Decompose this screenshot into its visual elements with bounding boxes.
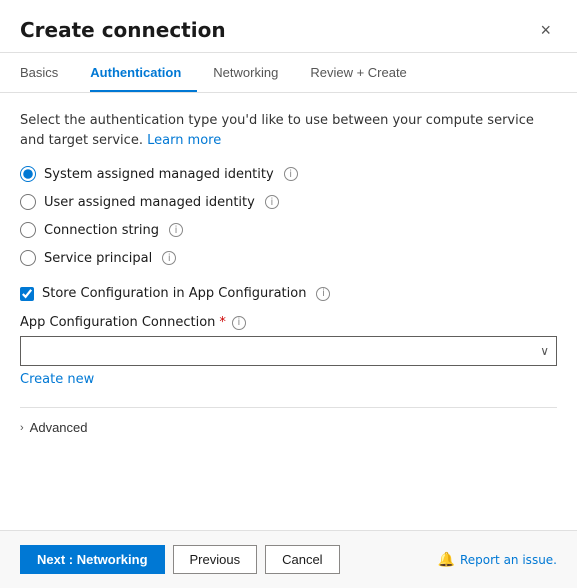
report-issue-link[interactable]: 🔔 Report an issue.	[438, 552, 557, 568]
cancel-button[interactable]: Cancel	[265, 545, 339, 574]
tab-basics[interactable]: Basics	[20, 53, 74, 92]
radio-item-connstr[interactable]: Connection string i	[20, 222, 557, 238]
advanced-section: › Advanced	[20, 407, 557, 435]
info-store-config-icon[interactable]: i	[316, 287, 330, 301]
field-label-app-config: App Configuration Connection * i	[20, 315, 557, 330]
info-connstr-icon[interactable]: i	[169, 223, 183, 237]
app-config-field: App Configuration Connection * i ∨ Creat…	[20, 315, 557, 387]
required-indicator: *	[219, 315, 226, 330]
store-config-checkbox-row: Store Configuration in App Configuration…	[20, 286, 557, 301]
description: Select the authentication type you'd lik…	[20, 111, 557, 150]
app-config-dropdown-wrapper: ∨	[20, 336, 557, 366]
radio-sp-label: Service principal	[44, 251, 152, 266]
create-new-link[interactable]: Create new	[20, 372, 94, 387]
info-uami-icon[interactable]: i	[265, 195, 279, 209]
radio-item-sami[interactable]: System assigned managed identity i	[20, 166, 557, 182]
radio-item-sp[interactable]: Service principal i	[20, 250, 557, 266]
tab-authentication[interactable]: Authentication	[90, 53, 197, 92]
report-icon: 🔔	[438, 552, 455, 568]
close-button[interactable]: ×	[534, 19, 557, 41]
info-sp-icon[interactable]: i	[162, 251, 176, 265]
tab-review-create[interactable]: Review + Create	[310, 53, 422, 92]
previous-button[interactable]: Previous	[173, 545, 258, 574]
report-label: Report an issue.	[460, 553, 557, 567]
next-button[interactable]: Next : Networking	[20, 545, 165, 574]
info-sami-icon[interactable]: i	[284, 167, 298, 181]
auth-type-radio-group: System assigned managed identity i User …	[20, 166, 557, 266]
store-config-label[interactable]: Store Configuration in App Configuration	[42, 286, 306, 301]
advanced-toggle-button[interactable]: › Advanced	[20, 420, 88, 435]
radio-sami-label: System assigned managed identity	[44, 167, 274, 182]
radio-item-uami[interactable]: User assigned managed identity i	[20, 194, 557, 210]
dialog-title: Create connection	[20, 18, 226, 42]
learn-more-link[interactable]: Learn more	[147, 133, 221, 148]
tab-networking[interactable]: Networking	[213, 53, 294, 92]
radio-sami[interactable]	[20, 166, 36, 182]
advanced-label: Advanced	[30, 420, 88, 435]
tab-bar: Basics Authentication Networking Review …	[0, 53, 577, 93]
app-config-dropdown[interactable]	[20, 336, 557, 366]
radio-uami-label: User assigned managed identity	[44, 195, 255, 210]
info-app-config-icon[interactable]: i	[232, 316, 246, 330]
chevron-right-icon: ›	[20, 422, 24, 434]
radio-sp[interactable]	[20, 250, 36, 266]
radio-uami[interactable]	[20, 194, 36, 210]
create-connection-dialog: Create connection × Basics Authenticatio…	[0, 0, 577, 588]
dialog-header: Create connection ×	[0, 0, 577, 53]
tab-content: Select the authentication type you'd lik…	[0, 93, 577, 530]
store-config-checkbox[interactable]	[20, 287, 34, 301]
radio-connstr-label: Connection string	[44, 223, 159, 238]
dialog-footer: Next : Networking Previous Cancel 🔔 Repo…	[0, 530, 577, 588]
radio-connstr[interactable]	[20, 222, 36, 238]
